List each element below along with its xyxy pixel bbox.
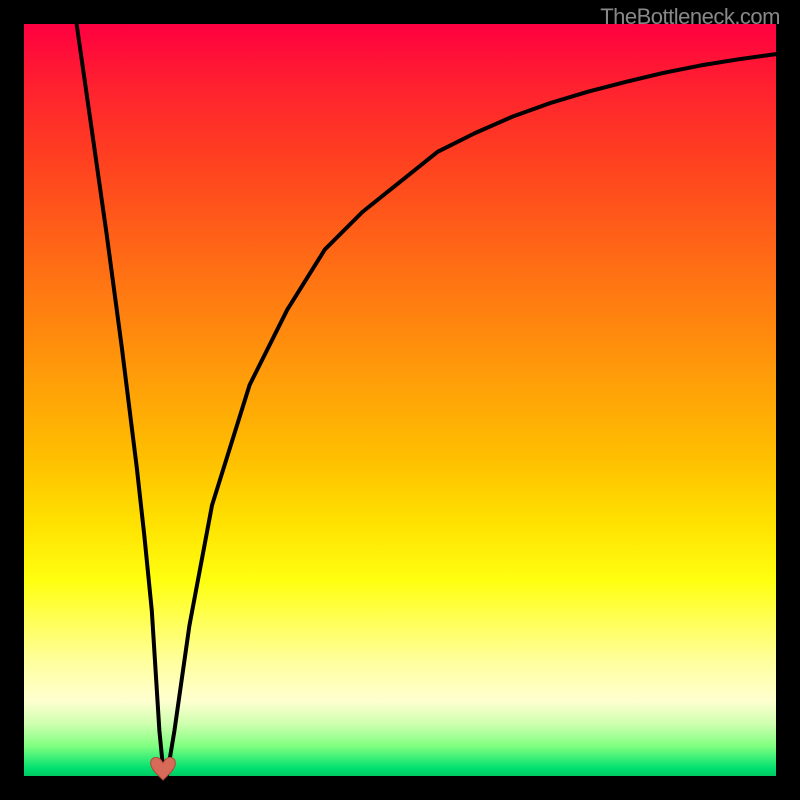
bottleneck-marker xyxy=(147,754,179,782)
chart-curve xyxy=(24,24,776,776)
chart-plot-area xyxy=(24,24,776,776)
watermark-text: TheBottleneck.com xyxy=(600,4,780,30)
